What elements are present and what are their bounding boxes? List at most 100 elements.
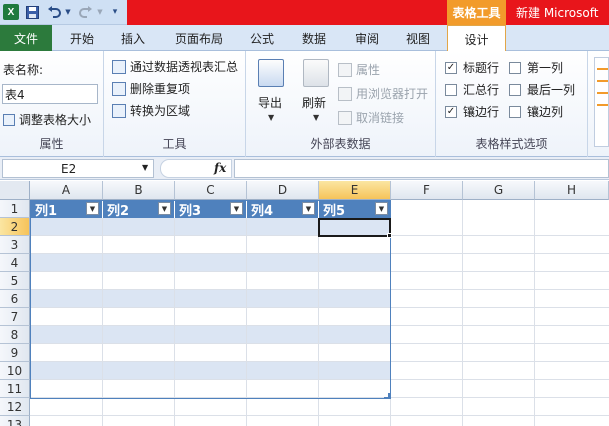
first-column-checkbox[interactable]: 第一列	[509, 59, 563, 76]
table-header-label: 列4	[251, 203, 274, 219]
remove-duplicates-button[interactable]: 删除重复项	[112, 80, 190, 97]
tools-group: 通过数据透视表汇总 删除重复项 转换为区域 工具	[104, 51, 246, 157]
properties-icon	[338, 62, 352, 77]
table-header-col1[interactable]: 列1 ▼	[31, 200, 103, 219]
gridline	[534, 200, 535, 426]
row-header-9[interactable]: 9	[0, 344, 30, 362]
table-header-label: 列5	[323, 203, 346, 219]
open-in-browser-label: 用浏览器打开	[356, 87, 429, 101]
row-header-11[interactable]: 11	[0, 380, 30, 398]
title-bar: X ▼ ▼ ▾ 表格工具 新建 Microsoft	[0, 0, 609, 25]
tab-file[interactable]: 文件	[0, 25, 52, 51]
tab-review[interactable]: 审阅	[344, 25, 390, 51]
refresh-dropdown-icon: ▼	[313, 113, 320, 122]
table-resize-handle[interactable]	[384, 393, 390, 399]
column-header-c[interactable]: C	[175, 181, 247, 200]
external-data-group-label: 外部表数据	[310, 137, 371, 151]
tab-home[interactable]: 开始	[58, 25, 106, 51]
gridline	[462, 200, 463, 426]
gridline	[246, 200, 247, 426]
tools-group-label: 工具	[162, 137, 187, 151]
row-header-8[interactable]: 8	[0, 326, 30, 344]
table-header-col5[interactable]: 列5 ▼	[319, 200, 391, 219]
table-header-label: 列2	[107, 203, 130, 219]
first-column-label: 第一列	[527, 61, 564, 75]
header-row-checkbox[interactable]: ✓ 标题行	[445, 59, 499, 76]
export-label: 导出	[258, 96, 283, 110]
row-header-10[interactable]: 10	[0, 362, 30, 380]
row-header-4[interactable]: 4	[0, 254, 30, 272]
window-title: 新建 Microsoft	[506, 0, 609, 25]
row-header-12[interactable]: 12	[0, 398, 30, 416]
redo-icon[interactable]	[78, 3, 94, 21]
tab-data[interactable]: 数据	[292, 25, 336, 51]
table-header-col2[interactable]: 列2 ▼	[103, 200, 175, 219]
column-header-e[interactable]: E	[319, 181, 391, 200]
gridline	[30, 397, 609, 398]
filter-dropdown-icon[interactable]: ▼	[158, 202, 171, 215]
column-header-f[interactable]: F	[391, 181, 463, 200]
convert-to-range-button[interactable]: 转换为区域	[112, 102, 190, 119]
banded-columns-check-icon	[509, 105, 521, 118]
resize-table-label: 调整表格大小	[19, 113, 92, 127]
insert-function-icon[interactable]: fx	[214, 161, 226, 175]
filter-dropdown-icon[interactable]: ▼	[86, 202, 99, 215]
tab-page-layout[interactable]: 页面布局	[164, 25, 234, 51]
name-box[interactable]: E2	[2, 159, 154, 178]
worksheet-grid[interactable]: A B C D E F G H 1 2 3 4 5 6 7 8 9 10 11 …	[0, 181, 609, 426]
table-name-input[interactable]: 表4	[2, 84, 98, 104]
column-header-h[interactable]: H	[535, 181, 609, 200]
filter-dropdown-icon[interactable]: ▼	[375, 202, 388, 215]
summarize-pivot-button[interactable]: 通过数据透视表汇总	[112, 58, 238, 75]
banded-columns-checkbox[interactable]: 镶边列	[509, 103, 563, 120]
save-icon[interactable]	[25, 3, 39, 21]
row-header-6[interactable]: 6	[0, 290, 30, 308]
resize-table-button[interactable]: 调整表格大小	[3, 111, 91, 128]
row-header-2[interactable]: 2	[0, 218, 30, 236]
undo-icon[interactable]	[46, 3, 62, 21]
unlink-label: 取消链接	[356, 111, 405, 125]
column-header-g[interactable]: G	[463, 181, 535, 200]
tab-insert[interactable]: 插入	[110, 25, 156, 51]
redo-dropdown-icon[interactable]: ▼	[96, 3, 104, 21]
row-header-3[interactable]: 3	[0, 236, 30, 254]
table-styles-gallery[interactable]	[594, 57, 609, 147]
banded-rows-label: 镶边行	[463, 105, 500, 119]
name-box-dropdown-icon[interactable]: ▼	[142, 163, 148, 172]
select-all-corner[interactable]	[0, 181, 30, 200]
row-header-13[interactable]: 13	[0, 416, 30, 426]
table-header-col4[interactable]: 列4 ▼	[247, 200, 319, 219]
properties-group-label: 属性	[39, 137, 64, 151]
filter-dropdown-icon[interactable]: ▼	[230, 202, 243, 215]
table-name-label: 表名称:	[3, 63, 44, 77]
customize-toolbar-icon[interactable]: ▾	[108, 3, 122, 21]
excel-icon[interactable]: X	[3, 4, 19, 20]
title-area	[127, 0, 447, 25]
total-row-label: 汇总行	[463, 83, 500, 97]
external-properties-button[interactable]: 属性	[338, 61, 380, 78]
unlink-button[interactable]: 取消链接	[338, 109, 404, 126]
banded-rows-checkbox[interactable]: ✓ 镶边行	[445, 103, 499, 120]
open-in-browser-button[interactable]: 用浏览器打开	[338, 85, 428, 102]
fill-handle[interactable]	[387, 233, 392, 238]
row-header-5[interactable]: 5	[0, 272, 30, 290]
banded-rows-check-icon: ✓	[445, 105, 457, 118]
refresh-label: 刷新	[302, 96, 327, 110]
last-column-label: 最后一列	[527, 83, 576, 97]
undo-dropdown-icon[interactable]: ▼	[64, 3, 72, 21]
table-header-col3[interactable]: 列3 ▼	[175, 200, 247, 219]
selected-cell-e2[interactable]	[318, 218, 391, 237]
formula-input[interactable]	[234, 159, 609, 178]
row-header-7[interactable]: 7	[0, 308, 30, 326]
tab-view[interactable]: 视图	[396, 25, 440, 51]
filter-dropdown-icon[interactable]: ▼	[302, 202, 315, 215]
tab-formulas[interactable]: 公式	[240, 25, 284, 51]
tab-design[interactable]: 设计	[447, 25, 506, 52]
row-header-1[interactable]: 1	[0, 200, 30, 218]
column-header-d[interactable]: D	[247, 181, 319, 200]
banded-row	[31, 326, 390, 343]
last-column-checkbox[interactable]: 最后一列	[509, 81, 575, 98]
total-row-checkbox[interactable]: 汇总行	[445, 81, 499, 98]
column-header-b[interactable]: B	[103, 181, 175, 200]
column-header-a[interactable]: A	[30, 181, 103, 200]
